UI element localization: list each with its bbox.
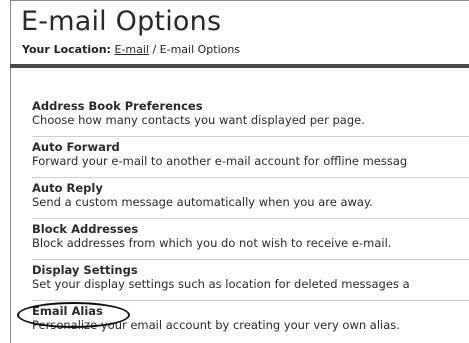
option-address-book-preferences[interactable]: Address Book Preferences Choose how many… xyxy=(32,96,469,137)
option-description: Personalize your email account by creati… xyxy=(32,318,400,332)
option-description: Forward your e-mail to another e-mail ac… xyxy=(32,154,408,168)
header-divider xyxy=(10,64,469,68)
option-description: Set your display settings such as locati… xyxy=(32,277,410,291)
option-title[interactable]: Display Settings xyxy=(32,263,469,277)
option-title[interactable]: Block Addresses xyxy=(32,222,469,236)
option-email-alias[interactable]: Email Alias Personalize your email accou… xyxy=(32,301,469,342)
option-description: Send a custom message automatically when… xyxy=(32,195,373,209)
breadcrumb-separator: / xyxy=(152,43,157,56)
option-auto-reply[interactable]: Auto Reply Send a custom message automat… xyxy=(32,178,469,219)
email-options-list: Address Book Preferences Choose how many… xyxy=(32,96,469,342)
option-title[interactable]: Auto Reply xyxy=(32,181,469,195)
option-description: Choose how many contacts you want displa… xyxy=(32,113,365,127)
breadcrumb-link-email[interactable]: E-mail xyxy=(114,43,149,56)
option-title[interactable]: Email Alias xyxy=(32,304,469,318)
option-title[interactable]: Address Book Preferences xyxy=(32,99,469,113)
option-description: Block addresses from which you do not wi… xyxy=(32,236,392,250)
breadcrumb-current: E-mail Options xyxy=(159,43,241,56)
option-auto-forward[interactable]: Auto Forward Forward your e-mail to anot… xyxy=(32,137,469,178)
page-title: E-mail Options xyxy=(21,6,222,37)
breadcrumb: Your Location: E-mail / E-mail Options xyxy=(22,43,240,56)
breadcrumb-label: Your Location: xyxy=(22,43,111,56)
option-title[interactable]: Auto Forward xyxy=(32,140,469,154)
option-display-settings[interactable]: Display Settings Set your display settin… xyxy=(32,260,469,301)
option-block-addresses[interactable]: Block Addresses Block addresses from whi… xyxy=(32,219,469,260)
